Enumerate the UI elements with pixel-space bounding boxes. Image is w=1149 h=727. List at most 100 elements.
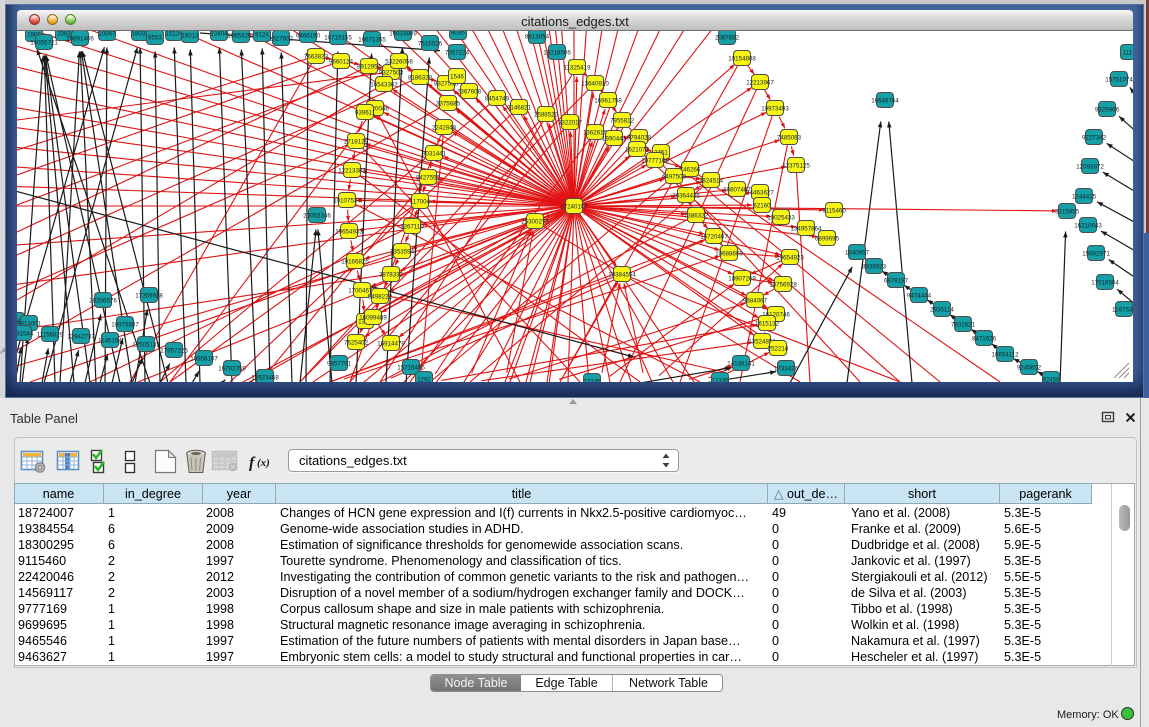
svg-text:8186328: 8186328 [408,74,433,81]
svg-text:7357224: 7357224 [445,49,470,56]
svg-text:8035: 8035 [451,31,465,36]
svg-text:1640957: 1640957 [845,249,870,256]
svg-text:14055721: 14055721 [30,39,58,46]
svg-text:9474444: 9474444 [907,292,932,299]
svg-text:3267110: 3267110 [400,223,424,230]
svg-text:7485063: 7485063 [777,134,802,141]
svg-text:12213383: 12213383 [338,167,366,174]
svg-text:9146821: 9146821 [507,104,532,111]
svg-text:9245652: 9245652 [1017,364,1042,371]
svg-text:7632621: 7632621 [951,321,976,328]
svg-text:1615132: 1615132 [755,320,780,327]
svg-text:1588520: 1588520 [534,111,559,118]
svg-text:17957225: 17957225 [160,347,188,354]
svg-text:(x): (x) [257,457,270,469]
svg-text:10719155: 10719155 [324,34,352,41]
svg-text:18907269: 18907269 [728,275,756,282]
svg-text:19654933: 19654933 [335,228,363,235]
svg-text:19384554: 19384554 [608,271,636,278]
svg-text:939611: 939611 [355,109,376,116]
svg-text:17016504: 17016504 [1091,279,1119,286]
svg-text:13640910: 13640910 [581,80,609,87]
svg-text:5498222: 5498222 [368,293,393,300]
svg-text:1990443: 1990443 [602,135,627,142]
svg-text:16961758: 16961758 [594,97,622,104]
svg-text:8454749: 8454749 [485,95,510,102]
svg-text:3215955: 3215955 [1055,208,1080,215]
svg-text:9857791: 9857791 [327,360,352,367]
svg-text:2367608: 2367608 [457,88,482,95]
svg-text:9115460: 9115460 [822,207,846,214]
svg-text:1527602: 1527602 [269,35,294,42]
svg-text:19654923: 19654923 [776,254,804,261]
svg-text:9327503: 9327503 [379,69,404,76]
svg-text:62160: 62160 [753,202,771,209]
svg-text:20206576: 20206576 [89,297,117,304]
svg-text:9684067: 9684067 [743,297,768,304]
svg-text:20053346: 20053346 [303,212,331,219]
svg-text:252214: 252214 [768,345,789,352]
svg-text:11325419: 11325419 [563,64,591,71]
svg-text:3824514: 3824514 [699,177,724,184]
svg-text:12923468: 12923468 [251,374,279,381]
svg-text:8471626: 8471626 [972,335,997,342]
svg-text:6899695: 6899695 [815,235,840,242]
svg-text:9660124: 9660124 [329,58,354,65]
svg-text:1353594: 1353594 [390,248,415,255]
svg-text:6466160: 6466160 [296,32,321,39]
svg-text:17335: 17335 [583,378,601,382]
svg-text:8938923: 8938923 [862,263,887,270]
svg-text:15716485: 15716485 [397,364,425,371]
svg-text:17359928: 17359928 [135,292,163,299]
svg-text:16782759: 16782759 [218,365,246,372]
svg-text:16648764: 16648764 [871,97,899,104]
svg-text:1117: 1117 [1123,49,1133,56]
svg-text:15692971: 15692971 [1082,250,1110,257]
svg-text:3878332: 3878332 [379,271,404,278]
svg-text:f: f [249,455,256,472]
svg-text:10688609: 10688609 [715,250,743,257]
svg-text:1167533: 1167533 [1112,306,1133,313]
svg-text:3322017: 3322017 [558,119,583,126]
svg-text:2242848: 2242848 [432,124,457,131]
svg-text:10975887: 10975887 [111,321,139,328]
svg-text:1145194: 1145194 [98,337,122,344]
svg-text:8912954: 8912954 [357,63,382,70]
svg-text:7386322: 7386322 [684,212,709,219]
svg-text:991544: 991544 [17,330,34,337]
svg-text:7663822: 7663822 [304,53,329,60]
svg-text:12942737: 12942737 [67,333,95,340]
svg-text:10107534: 10107534 [333,197,361,204]
svg-text:2935114: 2935114 [930,306,954,313]
svg-text:12375125: 12375125 [782,162,810,169]
svg-text:15751074: 15751074 [1105,76,1133,83]
svg-text:17335: 17335 [711,377,729,382]
svg-text:6497503: 6497503 [662,173,687,180]
svg-text:10973493: 10973493 [761,105,789,112]
svg-text:11156829: 11156829 [37,331,64,338]
svg-text:7955812: 7955812 [610,117,635,124]
svg-text:20364436: 20364436 [672,192,700,199]
svg-text:12093872: 12093872 [1076,163,1104,170]
svg-text:134957864: 134957864 [791,225,823,232]
svg-text:8427552: 8427552 [416,174,441,181]
svg-text:12213967: 12213967 [746,79,774,86]
svg-text:17240107: 17240107 [560,203,588,210]
svg-text:10154808: 10154808 [728,55,756,62]
svg-text:9329966: 9329966 [1095,106,1120,113]
svg-text:8031441: 8031441 [422,150,447,157]
svg-text:1292: 1292 [417,376,431,382]
svg-text:14463627: 14463627 [746,189,774,196]
svg-text:9553: 9553 [148,34,162,41]
svg-text:8813054: 8813054 [525,33,550,40]
svg-text:10958107: 10958107 [190,355,218,362]
svg-text:92456: 92456 [1042,376,1060,382]
svg-text:10025433: 10025433 [767,214,795,221]
svg-text:53226058: 53226058 [385,58,413,65]
svg-text:14136141: 14136141 [727,360,755,367]
svg-text:16099489: 16099489 [359,314,387,321]
svg-text:2087682: 2087682 [715,34,740,41]
svg-text:16543362: 16543362 [370,81,398,88]
svg-text:20691406: 20691406 [66,35,94,42]
svg-text:1733426: 1733426 [774,365,799,372]
